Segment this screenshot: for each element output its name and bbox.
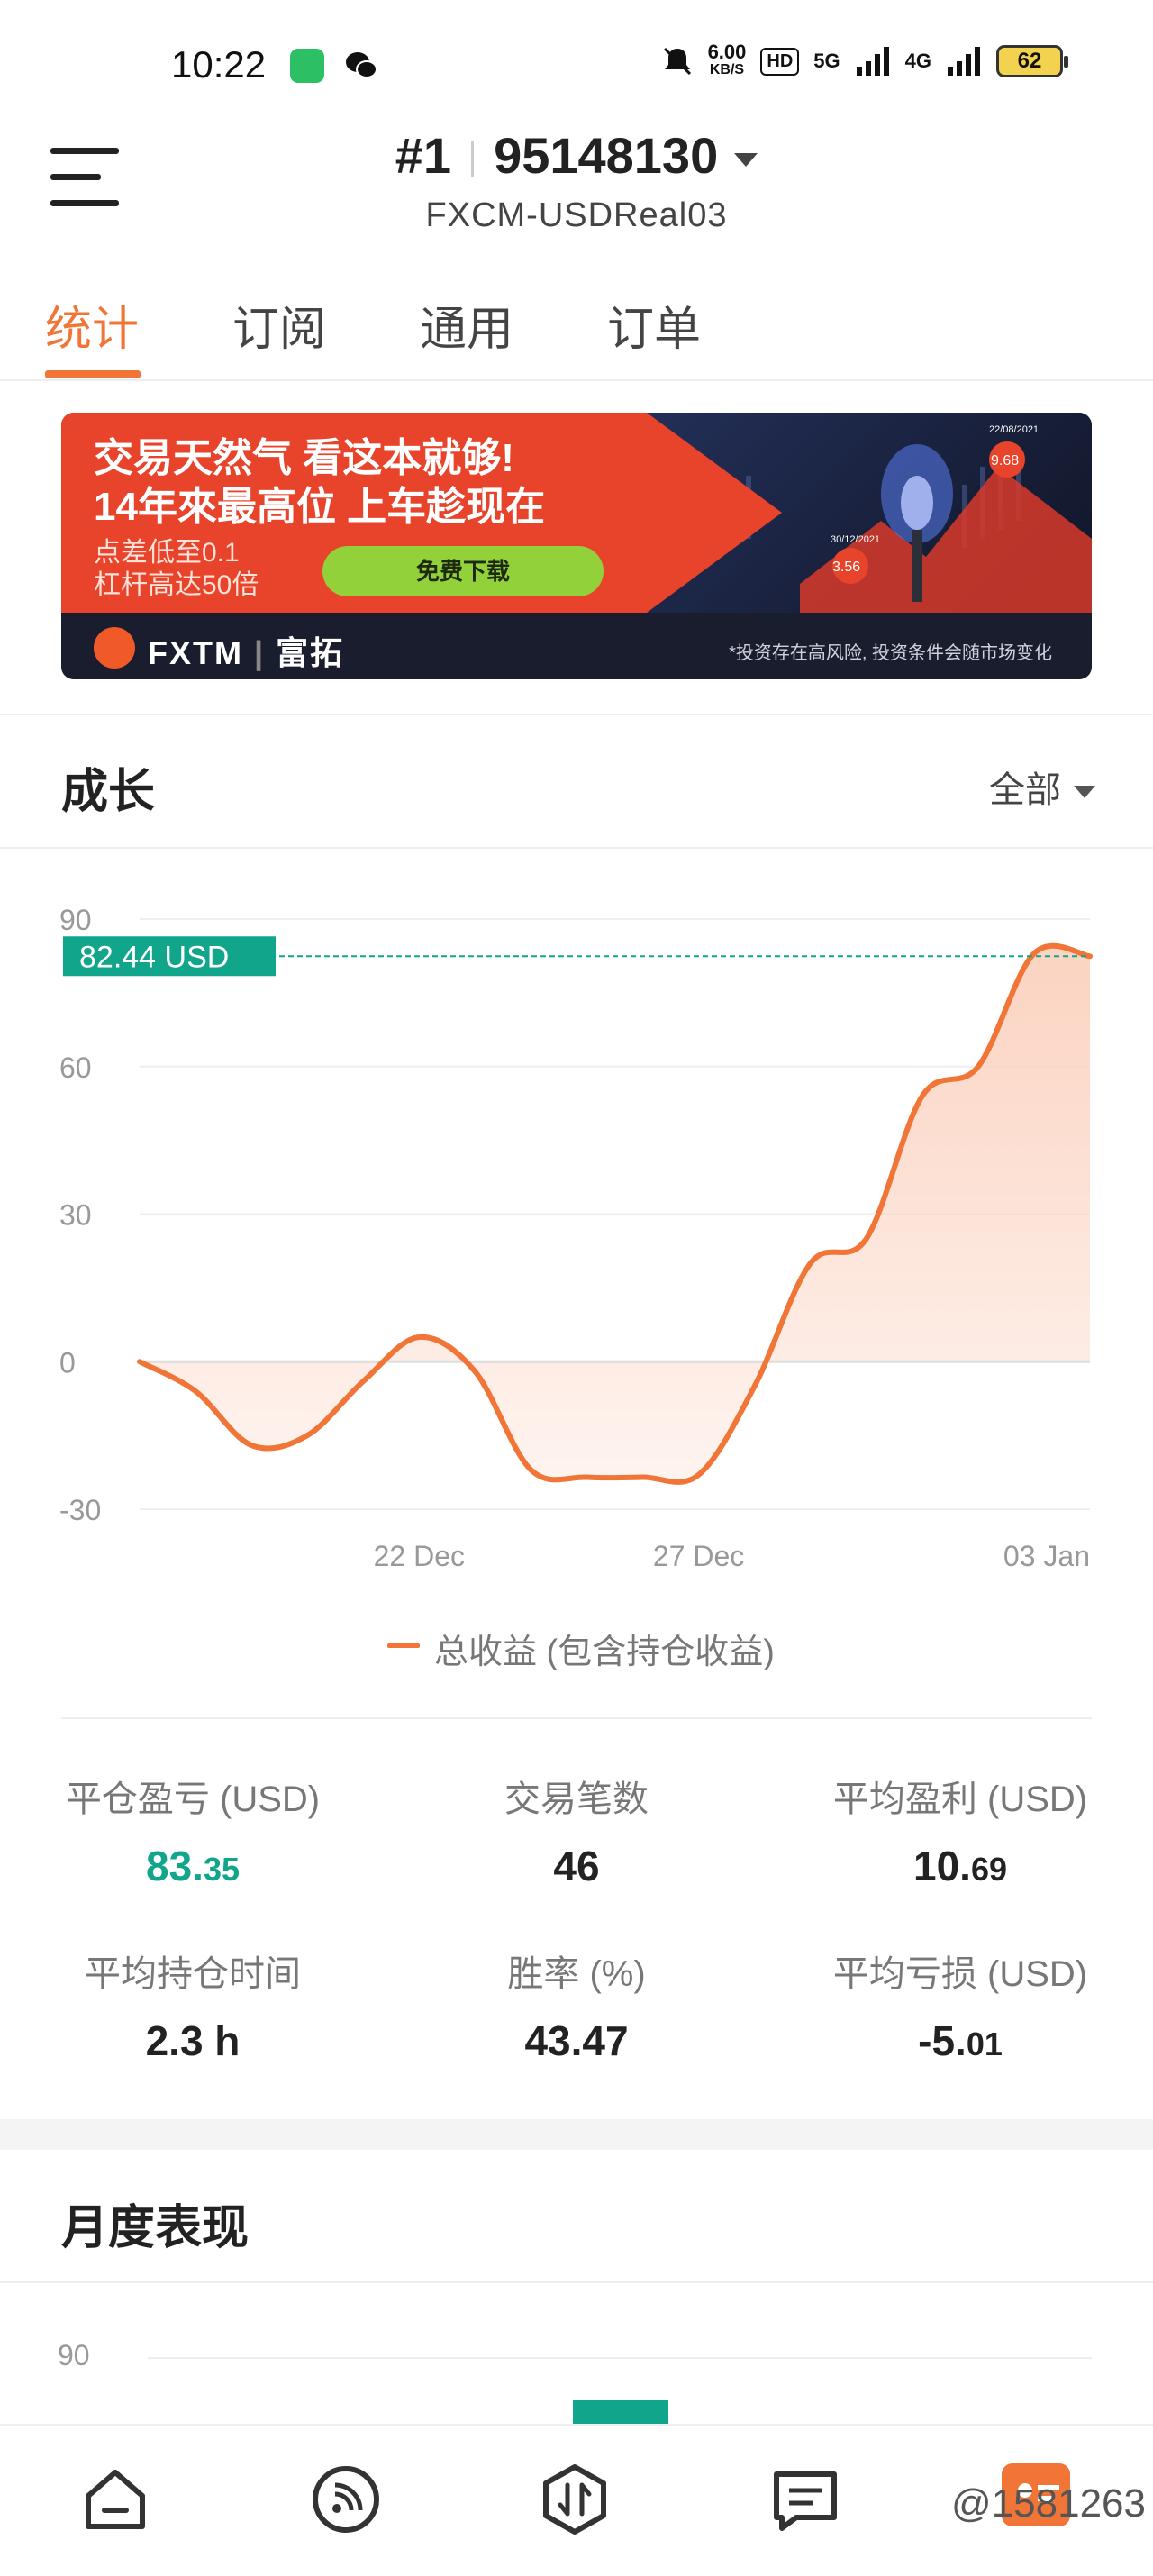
status-bar: 10:22 6.00 KB/S HD 5G 4G 62 bbox=[0, 0, 1153, 126]
banner-brand: FXTM | 富拓 bbox=[148, 634, 345, 671]
signal-icon-2 bbox=[948, 47, 980, 76]
y-tick-label: 60 bbox=[59, 1051, 92, 1084]
tab-orders[interactable]: 订单 bbox=[607, 291, 701, 359]
account-index: #1 bbox=[395, 127, 452, 184]
status-indicators: 6.00 KB/S HD 5G 4G 62 bbox=[661, 41, 1068, 79]
watermark: @1581263 bbox=[951, 2481, 1146, 2526]
stat-label: 交易笔数 bbox=[504, 1780, 649, 1819]
stat-label: 平均盈利 (USD) bbox=[832, 1780, 1088, 1819]
stat-value: -5.01 bbox=[918, 2017, 1003, 2064]
banner-footer: FXTM | 富拓 *投资存在高风险, 投资条件会随市场变化 bbox=[61, 613, 1092, 679]
svg-text:22/08/2021: 22/08/2021 bbox=[989, 424, 1039, 435]
signal-4g: 4G bbox=[904, 50, 931, 72]
ad-banner[interactable]: 3.56 9.68 30/12/2021 22/08/2021 交易天然气 看这… bbox=[61, 413, 1092, 679]
battery-icon: 62 bbox=[996, 45, 1068, 77]
stat-label: 平均亏损 (USD) bbox=[832, 1954, 1088, 1994]
tab-bar: 统计 订阅 通用 订单 bbox=[0, 275, 1153, 381]
svg-text:9.68: 9.68 bbox=[991, 453, 1019, 469]
monthly-axis-label: 90 bbox=[58, 2339, 90, 2371]
x-tick-label: 27 Dec bbox=[653, 1540, 744, 1572]
account-server: FXCM-USDReal03 bbox=[425, 196, 728, 234]
reference-label: 82.44 USD bbox=[79, 940, 229, 974]
chevron-down-icon bbox=[1074, 786, 1095, 799]
mute-icon bbox=[663, 47, 691, 76]
growth-title: 成长 bbox=[61, 766, 156, 818]
hd-badge: HD bbox=[760, 47, 800, 76]
y-tick-label: -30 bbox=[59, 1494, 101, 1526]
signal-icon bbox=[856, 47, 889, 76]
app-header: #1 95148130 FXCM-USDReal03 bbox=[0, 126, 1153, 252]
stat-value: 46 bbox=[553, 1843, 600, 1889]
banner-headline-2: 14年來最高位 上车趁现在 bbox=[94, 485, 546, 529]
stat-label: 胜率 (%) bbox=[507, 1954, 646, 1994]
section-gap bbox=[0, 2119, 1153, 2150]
tab-statistics[interactable]: 统计 bbox=[45, 291, 139, 359]
tab-general[interactable]: 通用 bbox=[420, 291, 513, 359]
svg-text:30/12/2021: 30/12/2021 bbox=[831, 534, 880, 545]
stat-label: 平仓盈亏 (USD) bbox=[65, 1780, 321, 1819]
x-tick-label: 22 Dec bbox=[374, 1540, 465, 1572]
stat-value: 2.3 h bbox=[145, 2017, 241, 2064]
status-time: 10:22 bbox=[171, 43, 267, 86]
account-number: 95148130 bbox=[494, 127, 719, 184]
stat-value: 10.69 bbox=[913, 1843, 1007, 1889]
period-filter[interactable]: 全部 bbox=[989, 760, 1095, 813]
y-tick-label: 90 bbox=[59, 904, 92, 936]
growth-chart[interactable]: 90 60 30 0 -30 82.44 USD 22 Dec 27 Dec 03 Jan bbox=[0, 883, 1153, 1586]
stat-label: 平均持仓时间 bbox=[85, 1954, 301, 1994]
message-icon[interactable] bbox=[769, 2463, 841, 2535]
banner-disclaimer: *投资存在高风险, 投资条件会随市场变化 bbox=[729, 643, 1052, 663]
fxtm-logo-icon bbox=[94, 627, 135, 669]
tab-subscribe[interactable]: 订阅 bbox=[232, 291, 326, 359]
stat-value: 43.47 bbox=[524, 2017, 629, 2064]
stat-value: 83.35 bbox=[146, 1843, 240, 1889]
chart-legend[interactable]: 总收益 (包含持仓收益) bbox=[434, 1624, 775, 1673]
banner-subtext-2: 杠杆高达50倍 bbox=[94, 570, 259, 600]
monthly-title: 月度表现 bbox=[61, 2202, 250, 2254]
legend-swatch bbox=[387, 1643, 420, 1648]
monthly-bar[interactable] bbox=[573, 2400, 668, 2424]
trade-icon[interactable] bbox=[539, 2463, 611, 2535]
y-tick-label: 0 bbox=[59, 1346, 76, 1379]
banner-download-button[interactable]: 免费下载 bbox=[322, 546, 604, 596]
chevron-down-icon bbox=[734, 152, 758, 167]
signal-5g: 5G bbox=[813, 50, 840, 72]
wechat-icon bbox=[346, 52, 377, 78]
monthly-gridline bbox=[148, 2357, 1092, 2359]
y-tick-label: 30 bbox=[59, 1199, 92, 1232]
feed-icon[interactable] bbox=[310, 2463, 382, 2535]
account-selector[interactable]: #1 95148130 bbox=[0, 126, 1153, 185]
section-divider bbox=[0, 714, 1153, 715]
svg-text:3.56: 3.56 bbox=[832, 560, 860, 575]
messages-app-icon bbox=[290, 49, 324, 83]
net-speed: 6.00 KB/S bbox=[707, 41, 747, 78]
x-tick-label: 03 Jan bbox=[1003, 1540, 1090, 1572]
active-tab-indicator bbox=[45, 370, 141, 378]
home-icon[interactable] bbox=[79, 2463, 151, 2535]
